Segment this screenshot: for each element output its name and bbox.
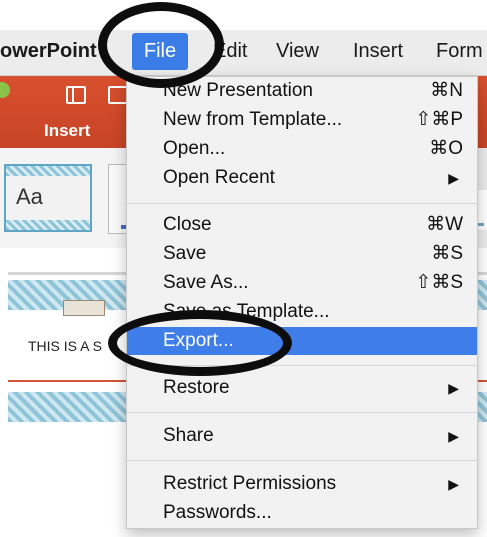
menu-item-label: New from Template... bbox=[163, 109, 343, 130]
menu-item-save-as-template[interactable]: Save as Template... bbox=[127, 298, 477, 326]
format-menu[interactable]: Form bbox=[436, 39, 483, 63]
menu-item-export[interactable]: Export... bbox=[127, 327, 477, 355]
menu-separator bbox=[127, 460, 477, 461]
menu-separator bbox=[127, 203, 477, 204]
menu-item-label: Open... bbox=[163, 138, 226, 159]
menu-item-label: Open Recent bbox=[163, 167, 275, 188]
menu-item-passwords[interactable]: Passwords... bbox=[127, 499, 477, 527]
menu-item-label: Save bbox=[163, 243, 207, 264]
shortcut-label: ⌘N bbox=[430, 80, 463, 101]
edit-menu[interactable]: Edit bbox=[213, 39, 247, 63]
menu-item-new-presentation[interactable]: New Presentation ⌘N bbox=[127, 77, 477, 105]
menu-item-label: New Presentation bbox=[163, 80, 313, 101]
submenu-arrow-icon: ▶ bbox=[448, 380, 459, 396]
menu-item-label: Passwords... bbox=[163, 502, 272, 523]
shortcut-label: ⇧⌘P bbox=[415, 109, 463, 130]
menu-bar: owerPoint File Edit View Insert Form bbox=[0, 30, 487, 76]
submenu-arrow-icon: ▶ bbox=[448, 476, 459, 492]
menu-item-save-as[interactable]: Save As... ⇧⌘S bbox=[127, 269, 477, 297]
submenu-arrow-icon: ▶ bbox=[448, 428, 459, 444]
menu-item-label: Export... bbox=[163, 330, 234, 351]
sidebar-toggle-icon[interactable] bbox=[66, 86, 86, 104]
tab-insert[interactable]: Insert bbox=[44, 121, 90, 141]
shortcut-label: ⌘S bbox=[431, 243, 463, 264]
submenu-arrow-icon: ▶ bbox=[448, 170, 459, 186]
theme-pattern bbox=[6, 220, 90, 230]
menu-item-label: Share bbox=[163, 425, 214, 446]
menu-item-label: Close bbox=[163, 214, 212, 235]
theme-pattern bbox=[6, 166, 90, 176]
app-menu[interactable]: owerPoint bbox=[0, 39, 97, 63]
menu-item-restrict-permissions[interactable]: Restrict Permissions ▶ bbox=[127, 470, 477, 498]
menu-item-label: Save As... bbox=[163, 272, 249, 293]
theme-thumbnail[interactable]: Aa bbox=[4, 164, 92, 232]
menu-item-label: Restrict Permissions bbox=[163, 473, 337, 494]
resize-handle[interactable] bbox=[63, 300, 105, 316]
menu-item-new-from-template[interactable]: New from Template... ⇧⌘P bbox=[127, 106, 477, 134]
menu-item-share[interactable]: Share ▶ bbox=[127, 422, 477, 450]
menu-item-save[interactable]: Save ⌘S bbox=[127, 240, 477, 268]
file-dropdown-menu: New Presentation ⌘N New from Template...… bbox=[126, 76, 478, 529]
insert-menu[interactable]: Insert bbox=[353, 39, 403, 63]
menu-item-label: Save as Template... bbox=[163, 301, 330, 322]
menu-separator bbox=[127, 412, 477, 413]
file-menu[interactable]: File bbox=[132, 33, 188, 70]
shortcut-label: ⌘O bbox=[429, 138, 463, 159]
shortcut-label: ⇧⌘S bbox=[415, 272, 463, 293]
menu-separator bbox=[127, 365, 477, 366]
menu-item-open-recent[interactable]: Open Recent ▶ bbox=[127, 164, 477, 192]
theme-preview-text: Aa bbox=[16, 184, 43, 209]
shortcut-label: ⌘W bbox=[426, 214, 463, 235]
menu-item-open[interactable]: Open... ⌘O bbox=[127, 135, 477, 163]
slide-text[interactable]: THIS IS A S bbox=[28, 338, 102, 354]
save-icon[interactable] bbox=[108, 86, 128, 104]
menu-item-close[interactable]: Close ⌘W bbox=[127, 211, 477, 239]
menu-item-label: Restore bbox=[163, 377, 230, 398]
view-menu[interactable]: View bbox=[276, 39, 319, 63]
menu-item-restore[interactable]: Restore ▶ bbox=[127, 374, 477, 402]
